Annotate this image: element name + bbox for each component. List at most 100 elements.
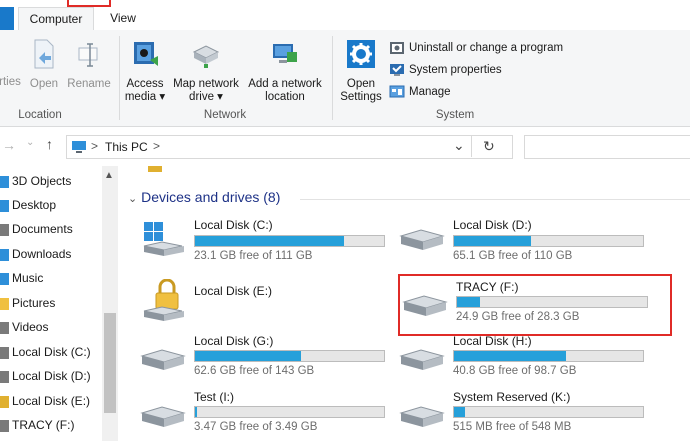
drive-usage-fill [454,351,566,361]
system-properties-label: System properties [409,64,502,76]
tab-view[interactable]: View [100,7,146,30]
drive-name: Local Disk (G:) [194,334,274,348]
collapse-chevron-icon[interactable]: ⌄ [128,193,137,205]
drive-icon [0,419,9,432]
add-location-label-1: Add a network [248,78,322,90]
selection-highlight [398,274,672,336]
address-bar[interactable]: > This PC > ⌄ ↻ [66,135,513,159]
drive-icon [0,346,9,359]
rename-button[interactable]: Rename [66,38,112,91]
nav-scrollbar-thumb[interactable] [104,313,116,413]
access-media-icon [134,42,158,66]
drive-tile-c[interactable]: Local Disk (C:) 23.1 GB free of 111 GB [130,212,390,266]
drive-name: System Reserved (K:) [453,390,571,404]
network-drive-icon [192,45,220,68]
drive-name: Test (I:) [194,390,235,404]
rename-icon [78,43,98,67]
drive-tile-g[interactable]: Local Disk (G:) 62.6 GB free of 143 GB [130,330,390,384]
nav-item-label: Local Disk (D:) [12,369,91,383]
drive-usage-bar [194,406,385,418]
drive-name: Local Disk (D:) [453,218,532,232]
tab-computer[interactable]: Computer [18,7,94,32]
manage-label: Manage [409,86,451,98]
file-tab[interactable] [0,7,14,30]
desktop-icon [0,199,9,212]
nav-item-label: Downloads [12,247,72,261]
up-arrow-icon[interactable]: ↑ [46,136,53,152]
drive-tile-d[interactable]: Local Disk (D:) 65.1 GB free of 110 GB [393,212,653,266]
nav-item-label: Desktop [12,198,57,212]
drive-usage-bar [453,235,644,247]
address-dropdown-icon[interactable]: ⌄ [453,137,465,154]
breadcrumb-this-pc[interactable]: This PC [105,140,148,154]
music-icon [0,272,9,285]
nav-item-label: Music [12,271,44,285]
drive-tile-h[interactable]: Local Disk (H:) 40.8 GB free of 98.7 GB [393,330,653,384]
drive-tile-e[interactable]: Local Disk (E:) [130,275,390,331]
drive-usage-fill [195,236,345,246]
recent-locations-icon[interactable]: ⌄ [26,137,34,148]
nav-item-local-disk-d[interactable]: Local Disk (D:) [0,364,91,388]
map-network-drive-button[interactable]: Map network drive ▾ [170,38,242,104]
nav-item-local-disk-e[interactable]: Local Disk (E:) [0,389,90,413]
open-settings-label-1: Open [346,78,376,90]
drive-usage-fill [195,407,197,417]
nav-item-videos[interactable]: Videos [0,315,48,339]
nav-item-pictures[interactable]: Pictures [0,291,55,315]
open-button[interactable]: Open [24,38,64,91]
locked-drive-icon [143,279,184,321]
drive-usage-bar [453,406,644,418]
address-divider [471,135,472,157]
drive-free-space: 40.8 GB free of 98.7 GB [453,365,577,377]
nav-item-documents[interactable]: Documents [0,217,73,241]
section-title: Devices and drives (8) [141,189,281,205]
forward-arrow-icon[interactable]: → [2,137,16,153]
drive-icon [140,406,186,427]
nav-item-tracy-f[interactable]: TRACY (F:) [0,413,74,437]
properties-button[interactable]: rties [0,76,22,89]
nav-item-downloads[interactable]: Downloads [0,242,71,266]
devices-and-drives-header[interactable]: ⌄ Devices and drives (8) [128,189,280,205]
open-settings-button[interactable]: Open Settings [336,38,386,104]
breadcrumb-separator[interactable]: > [153,139,160,153]
documents-icon [0,223,9,236]
settings-gear-icon [347,40,375,68]
drive-usage-bar [194,350,385,362]
system-properties-button[interactable]: System properties [389,60,502,80]
refresh-icon[interactable]: ↻ [483,138,495,155]
network-location-icon [273,44,297,63]
drive-tile-k[interactable]: System Reserved (K:) 515 MB free of 548 … [393,387,653,441]
scroll-up-icon[interactable]: ▲ [104,170,114,181]
drive-usage-fill [195,351,301,361]
system-group-label: System [435,109,475,121]
search-input[interactable] [524,135,690,159]
properties-label: rties [0,76,21,88]
drive-icon [399,229,445,250]
nav-item-local-disk-c[interactable]: Local Disk (C:) [0,340,91,364]
drive-tile-i[interactable]: Test (I:) 3.47 GB free of 3.49 GB [130,387,390,441]
drive-icon [399,349,445,370]
drive-name: Local Disk (E:) [194,284,273,298]
group-divider [119,36,120,120]
drive-free-space: 65.1 GB free of 110 GB [453,250,573,262]
nav-item-3d-objects[interactable]: 3D Objects [0,169,71,193]
nav-item-desktop[interactable]: Desktop [0,193,56,217]
rename-label: Rename [67,78,111,90]
drive-icon [0,370,9,383]
add-location-label-2: location [265,91,305,103]
nav-item-label: Videos [12,320,49,334]
location-group-label: Location [18,109,62,121]
system-properties-icon [390,63,404,76]
nav-item-label: Documents [12,222,73,236]
access-media-label-1: Access [126,78,164,90]
manage-button[interactable]: Manage [389,82,451,102]
drive-icon [140,349,186,370]
access-media-button[interactable]: Access media ▾ [122,38,168,104]
add-network-location-button[interactable]: Add a network location [244,38,326,104]
nav-item-music[interactable]: Music [0,266,43,290]
network-group-label: Network [203,109,247,121]
open-label: Open [29,78,59,90]
uninstall-icon [390,41,404,54]
group-divider [332,36,333,120]
uninstall-program-button[interactable]: Uninstall or change a program [389,38,563,58]
